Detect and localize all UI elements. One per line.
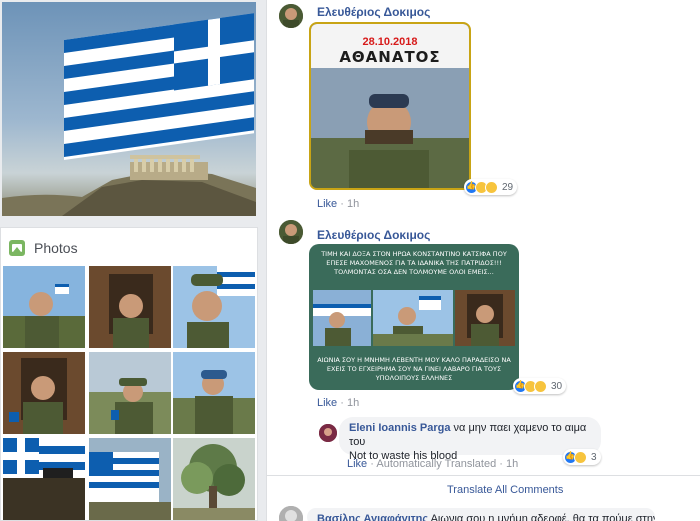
tribute-photo bbox=[373, 290, 453, 346]
tribute-text-bottom: ΑΙΩΝΙΑ ΣΟΥ Η ΜΝΗΜΗ ΛΕΒΕΝΤΗ ΜΟΥ ΚΑΛΟ ΠΑΡΑ… bbox=[317, 356, 511, 382]
photo-thumbnail[interactable] bbox=[173, 352, 255, 434]
reaction-count: 29 bbox=[502, 181, 514, 193]
reaction-count: 3 bbox=[591, 451, 597, 463]
separator-dot: · bbox=[499, 458, 507, 470]
avatar[interactable] bbox=[279, 4, 303, 28]
comment-time[interactable]: 1h bbox=[347, 198, 359, 210]
sad-reaction-icon bbox=[534, 379, 547, 393]
tribute-photo bbox=[313, 290, 371, 346]
tribute-image[interactable]: ΤΙΜΗ ΚΑΙ ΔΟΞΑ ΣΤΟΝ ΗΡΩΑ ΚΟΝΣΤΑΝΤΙΝΟ ΚΑΤΣ… bbox=[309, 244, 519, 390]
photos-title: Photos bbox=[34, 240, 78, 256]
photo-thumbnail[interactable] bbox=[173, 438, 255, 520]
photos-icon bbox=[9, 240, 25, 256]
like-link[interactable]: Like bbox=[347, 458, 367, 470]
photo-thumbnail[interactable] bbox=[3, 352, 85, 434]
cover-photo[interactable] bbox=[2, 2, 256, 216]
reply-actions: Like · Automatically Translated · 1h bbox=[347, 458, 518, 470]
photo-thumbnail[interactable] bbox=[173, 266, 255, 348]
comment-actions: Like · 1h bbox=[317, 397, 359, 409]
separator-dot: · bbox=[340, 397, 347, 409]
comment-time[interactable]: 1h bbox=[347, 397, 359, 409]
reply-author[interactable]: Eleni Ioannis Parga bbox=[349, 422, 450, 434]
reaction-summary[interactable]: 30 bbox=[513, 378, 567, 394]
translate-all-link[interactable]: Translate All Comments bbox=[447, 484, 563, 496]
comment-actions: Like · 1h bbox=[317, 198, 359, 210]
divider bbox=[267, 475, 700, 476]
tribute-text-top: ΤΙΜΗ ΚΑΙ ΔΟΞΑ ΣΤΟΝ ΗΡΩΑ ΚΟΝΣΤΑΝΤΙΝΟ ΚΑΤΣ… bbox=[321, 250, 507, 276]
reply-time[interactable]: 1h bbox=[506, 458, 518, 470]
photo-thumbnail[interactable] bbox=[3, 438, 85, 520]
like-link[interactable]: Like bbox=[317, 198, 337, 210]
reply-content: Eleni Ioannis Parga να μην παει χαμενο τ… bbox=[349, 421, 599, 463]
tribute-photo bbox=[455, 290, 515, 346]
left-column: Photos bbox=[0, 0, 258, 521]
photo-thumbnail[interactable] bbox=[89, 266, 171, 348]
memorial-gif[interactable]: 28.10.2018 ΑΘΑΝΑΤΟΣ bbox=[309, 22, 471, 190]
avatar[interactable] bbox=[319, 424, 337, 442]
comment-author[interactable]: Ελευθέριος Δοκιμος bbox=[317, 228, 430, 242]
partial-comment: Βασίλης Αγιαφάγιτης Αιωνια σου η μνήμη α… bbox=[307, 508, 655, 521]
photo-thumbnail[interactable] bbox=[89, 352, 171, 434]
comment-author[interactable]: Βασίλης Αγιαφάγιτης bbox=[317, 513, 428, 521]
gif-date: 28.10.2018 bbox=[362, 36, 418, 48]
comment-author[interactable]: Ελευθέριος Δοκιμος bbox=[317, 5, 430, 19]
haha-reaction-icon bbox=[485, 180, 498, 194]
reaction-count: 30 bbox=[551, 380, 563, 392]
gif-title: ΑΘΑΝΑΤΟΣ bbox=[339, 48, 441, 66]
photos-card: Photos bbox=[0, 227, 258, 521]
photos-header[interactable]: Photos bbox=[9, 238, 78, 258]
translated-label[interactable]: Automatically Translated bbox=[376, 458, 496, 470]
tribute-photos bbox=[313, 290, 515, 346]
reply-bubble: Eleni Ioannis Parga να μην παει χαμενο τ… bbox=[339, 417, 601, 462]
greek-flag-acropolis-image bbox=[2, 13, 256, 216]
comments-column: Ελευθέριος Δοκιμος 28.10.2018 ΑΘΑΝΑΤΟΣ 2… bbox=[266, 0, 700, 521]
comment-text: Αιωνια σου η μνήμη αδερφέ, θα τα πούμε σ… bbox=[430, 513, 655, 521]
haha-reaction-icon bbox=[574, 450, 587, 464]
avatar[interactable] bbox=[279, 220, 303, 244]
reaction-summary[interactable]: 3 bbox=[563, 449, 601, 465]
photo-thumbnail[interactable] bbox=[3, 266, 85, 348]
photo-thumbnail[interactable] bbox=[89, 438, 171, 520]
reaction-summary[interactable]: 29 bbox=[464, 179, 518, 195]
separator-dot: · bbox=[340, 198, 347, 210]
soldier-portrait bbox=[311, 68, 469, 188]
like-link[interactable]: Like bbox=[317, 397, 337, 409]
avatar[interactable] bbox=[279, 506, 303, 521]
